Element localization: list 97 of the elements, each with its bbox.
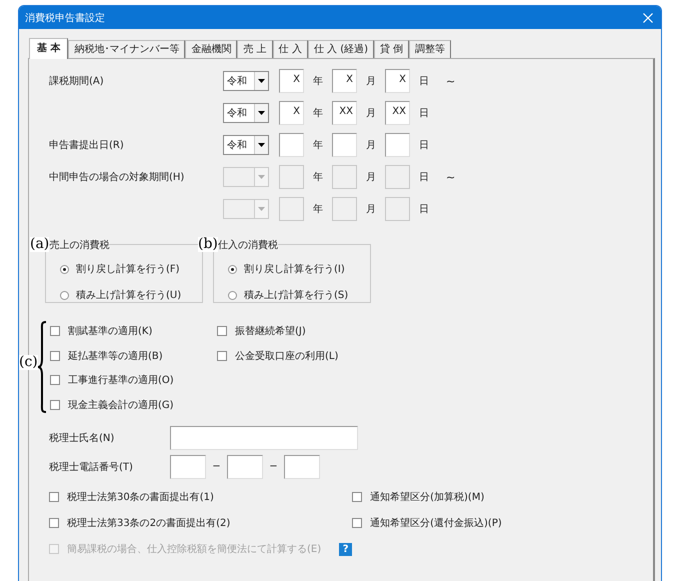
caret-icon <box>258 207 265 211</box>
month-unit: 月 <box>365 203 377 216</box>
field-label: 課税期間(A) <box>49 74 105 88</box>
checkbox-label: 通知希望区分(加算税)(M) <box>370 490 484 504</box>
checkbox[interactable] <box>50 400 60 410</box>
year-unit: 年 <box>312 203 324 216</box>
radio-button[interactable] <box>60 264 69 274</box>
annotation-label: (b) <box>198 237 218 252</box>
caret-icon <box>258 79 265 83</box>
checkbox-label: 税理士法第33条の2の書面提出有(2) <box>67 516 230 530</box>
tab[interactable]: 貸 倒 <box>374 40 410 58</box>
radio-label: 割り戻し計算を行う(I) <box>244 262 345 276</box>
day-field[interactable] <box>385 197 410 221</box>
checkbox-label: 振替継続希望(J) <box>235 324 306 338</box>
name-field[interactable] <box>170 426 358 450</box>
checkbox-label: 簡易課税の場合、仕入控除税額を簡便法にて計算する(E) <box>67 542 322 556</box>
tab[interactable]: 基 本 <box>29 38 68 59</box>
checkbox[interactable] <box>49 518 59 528</box>
year-field[interactable] <box>279 165 304 189</box>
month-field[interactable] <box>332 133 357 157</box>
group-title: 仕入の消費税 <box>218 238 278 252</box>
annotation-label: (a) <box>30 237 50 252</box>
tab[interactable]: 金融機関 <box>185 40 238 58</box>
day-unit: 日 <box>418 171 430 184</box>
day-unit: 日 <box>418 139 430 152</box>
tab[interactable]: 売 上 <box>237 40 273 58</box>
year-unit: 年 <box>312 107 324 120</box>
phone-separator: − <box>268 461 279 472</box>
window-title: 消費税申告書設定 <box>25 12 105 24</box>
era-dropdown[interactable]: 令和 <box>223 135 269 155</box>
tab[interactable]: 調整等 <box>409 40 452 58</box>
checkbox-label: 通知希望区分(還付金振込)(P) <box>370 516 502 530</box>
month-field[interactable] <box>332 165 357 189</box>
radio-button[interactable] <box>228 264 237 274</box>
phone-field[interactable] <box>227 454 263 478</box>
year-field[interactable] <box>279 133 304 157</box>
radio-button[interactable] <box>228 290 237 300</box>
caret-icon <box>258 175 265 179</box>
year-field[interactable]: X <box>279 69 304 93</box>
field-label: 税理士氏名(N) <box>49 432 116 444</box>
annotation-label: (c) <box>19 355 38 370</box>
year-field[interactable]: X <box>279 101 304 125</box>
checkbox-label: 延払基準等の適用(B) <box>68 350 163 363</box>
field-label: 中間申告の場合の対象期間(H) <box>49 170 186 184</box>
radio-label: 積み上げ計算を行う(S) <box>244 288 348 302</box>
checkbox[interactable] <box>352 492 362 502</box>
checkbox-label: 工事進行基準の適用(O) <box>68 374 174 388</box>
month-field[interactable] <box>332 197 357 221</box>
close-icon[interactable] <box>643 12 653 22</box>
month-field[interactable]: XX <box>332 101 357 125</box>
year-unit: 年 <box>312 75 324 88</box>
field-label: 税理士電話番号(T) <box>49 460 134 474</box>
day-unit: 日 <box>418 75 430 88</box>
help-button[interactable]: ? <box>339 542 352 556</box>
checkbox[interactable] <box>217 350 227 361</box>
month-field[interactable]: X <box>332 69 357 93</box>
checkbox[interactable] <box>217 326 227 336</box>
field-label: 申告書提出日(R) <box>49 138 125 152</box>
brace-icon <box>37 321 47 413</box>
checkbox-label: 現金主義会計の適用(G) <box>68 398 174 412</box>
day-field[interactable]: XX <box>385 101 410 125</box>
month-unit: 月 <box>365 107 377 120</box>
year-unit: 年 <box>312 139 324 152</box>
checkbox[interactable] <box>50 350 60 361</box>
day-field[interactable] <box>385 165 410 189</box>
era-dropdown[interactable]: 令和 <box>223 103 269 123</box>
checkbox[interactable] <box>49 492 59 502</box>
year-unit: 年 <box>312 171 324 184</box>
tab[interactable]: 仕 入 (経過) <box>308 40 374 58</box>
range-tilde: ~ <box>446 170 456 184</box>
day-unit: 日 <box>418 107 430 120</box>
month-unit: 月 <box>365 139 377 152</box>
phone-separator: − <box>211 461 222 472</box>
group-title: 売上の消費税 <box>49 238 110 252</box>
range-tilde: ~ <box>446 74 456 88</box>
caret-icon <box>258 143 265 147</box>
caret-icon <box>258 111 265 115</box>
era-dropdown[interactable]: 令和 <box>223 71 269 91</box>
radio-label: 積み上げ計算を行う(U) <box>76 288 182 302</box>
radio-label: 割り戻し計算を行う(F) <box>76 262 180 276</box>
day-unit: 日 <box>418 203 430 216</box>
day-field[interactable] <box>385 133 410 157</box>
phone-field[interactable] <box>284 454 320 478</box>
checkbox-label: 割賦基準の適用(K) <box>68 324 152 338</box>
day-field[interactable]: X <box>385 69 410 93</box>
month-unit: 月 <box>365 75 377 88</box>
checkbox[interactable] <box>50 326 60 336</box>
checkbox[interactable] <box>50 375 60 386</box>
year-field[interactable] <box>279 197 304 221</box>
tab[interactable]: 納税地･マイナンバー等 <box>68 40 186 58</box>
month-unit: 月 <box>365 171 377 184</box>
phone-field[interactable] <box>170 454 206 478</box>
checkbox-label: 税理士法第30条の書面提出有(1) <box>67 490 214 504</box>
checkbox[interactable] <box>352 518 362 528</box>
radio-button[interactable] <box>60 290 69 300</box>
checkbox-label: 公金受取口座の利用(L) <box>235 350 338 363</box>
tab[interactable]: 仕 入 <box>272 40 308 58</box>
